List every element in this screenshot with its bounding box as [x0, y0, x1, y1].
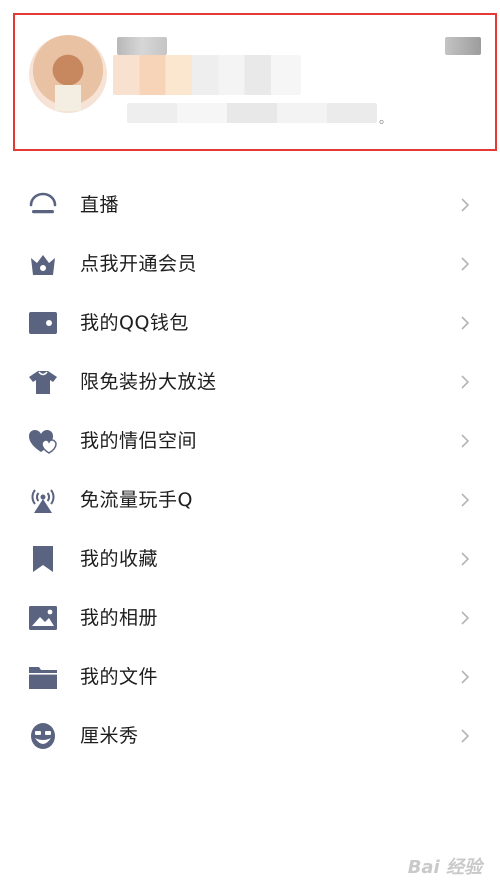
menu-item-album[interactable]: 我的相册	[0, 589, 500, 647]
signature-end: 。	[379, 112, 393, 127]
chevron-right-icon	[461, 198, 470, 212]
menu-item-vip[interactable]: 点我开通会员	[0, 235, 500, 293]
menu-item-label: 直播	[80, 194, 120, 216]
bookmark-icon	[33, 546, 53, 572]
menu-item-label: 免流量玩手Q	[80, 489, 193, 511]
profile-card[interactable]: 。	[13, 13, 497, 151]
couple-heart-icon	[29, 430, 57, 454]
live-icon	[29, 192, 57, 214]
menu-item-files[interactable]: 我的文件	[0, 648, 500, 706]
menu-item-label: 我的文件	[80, 666, 159, 688]
tshirt-icon	[29, 371, 57, 394]
photo-icon	[29, 606, 57, 630]
menu-item-favorites[interactable]: 我的收藏	[0, 530, 500, 588]
nickname-blurred	[117, 37, 167, 55]
chevron-right-icon	[461, 611, 470, 625]
chevron-right-icon	[461, 375, 470, 389]
menu-item-label: 点我开通会员	[80, 253, 198, 275]
menu-item-free-outfit[interactable]: 限免装扮大放送	[0, 353, 500, 411]
chevron-right-icon	[461, 670, 470, 684]
chevron-right-icon	[461, 552, 470, 566]
chevron-right-icon	[461, 316, 470, 330]
menu-item-label: 限免装扮大放送	[80, 371, 217, 393]
chevron-right-icon	[461, 729, 470, 743]
signature-blurred	[113, 55, 301, 95]
chevron-right-icon	[461, 257, 470, 271]
avatar[interactable]	[29, 35, 107, 113]
chevron-right-icon	[461, 434, 470, 448]
menu-item-free-data[interactable]: 免流量玩手Q	[0, 471, 500, 529]
level-badge-blurred	[445, 37, 481, 55]
menu-item-label: 我的情侣空间	[80, 430, 198, 452]
menu-item-couple-space[interactable]: 我的情侣空间	[0, 412, 500, 470]
cmshow-face-icon	[31, 723, 55, 749]
signature-line-blurred	[127, 103, 377, 123]
menu-item-label: 我的QQ钱包	[80, 312, 189, 334]
menu-item-label: 我的相册	[80, 607, 159, 629]
folder-icon	[29, 667, 57, 689]
menu-item-cmshow[interactable]: 厘米秀	[0, 707, 500, 765]
signal-tower-icon	[31, 489, 55, 513]
menu-item-live[interactable]: 直播	[0, 176, 500, 234]
menu-item-qq-wallet[interactable]: 我的QQ钱包	[0, 294, 500, 352]
menu-item-label: 我的收藏	[80, 548, 159, 570]
menu-item-label: 厘米秀	[80, 725, 139, 747]
watermark: Bai 经验	[407, 857, 482, 878]
wallet-icon	[29, 312, 57, 334]
chevron-right-icon	[461, 493, 470, 507]
vip-crown-icon	[31, 255, 55, 275]
